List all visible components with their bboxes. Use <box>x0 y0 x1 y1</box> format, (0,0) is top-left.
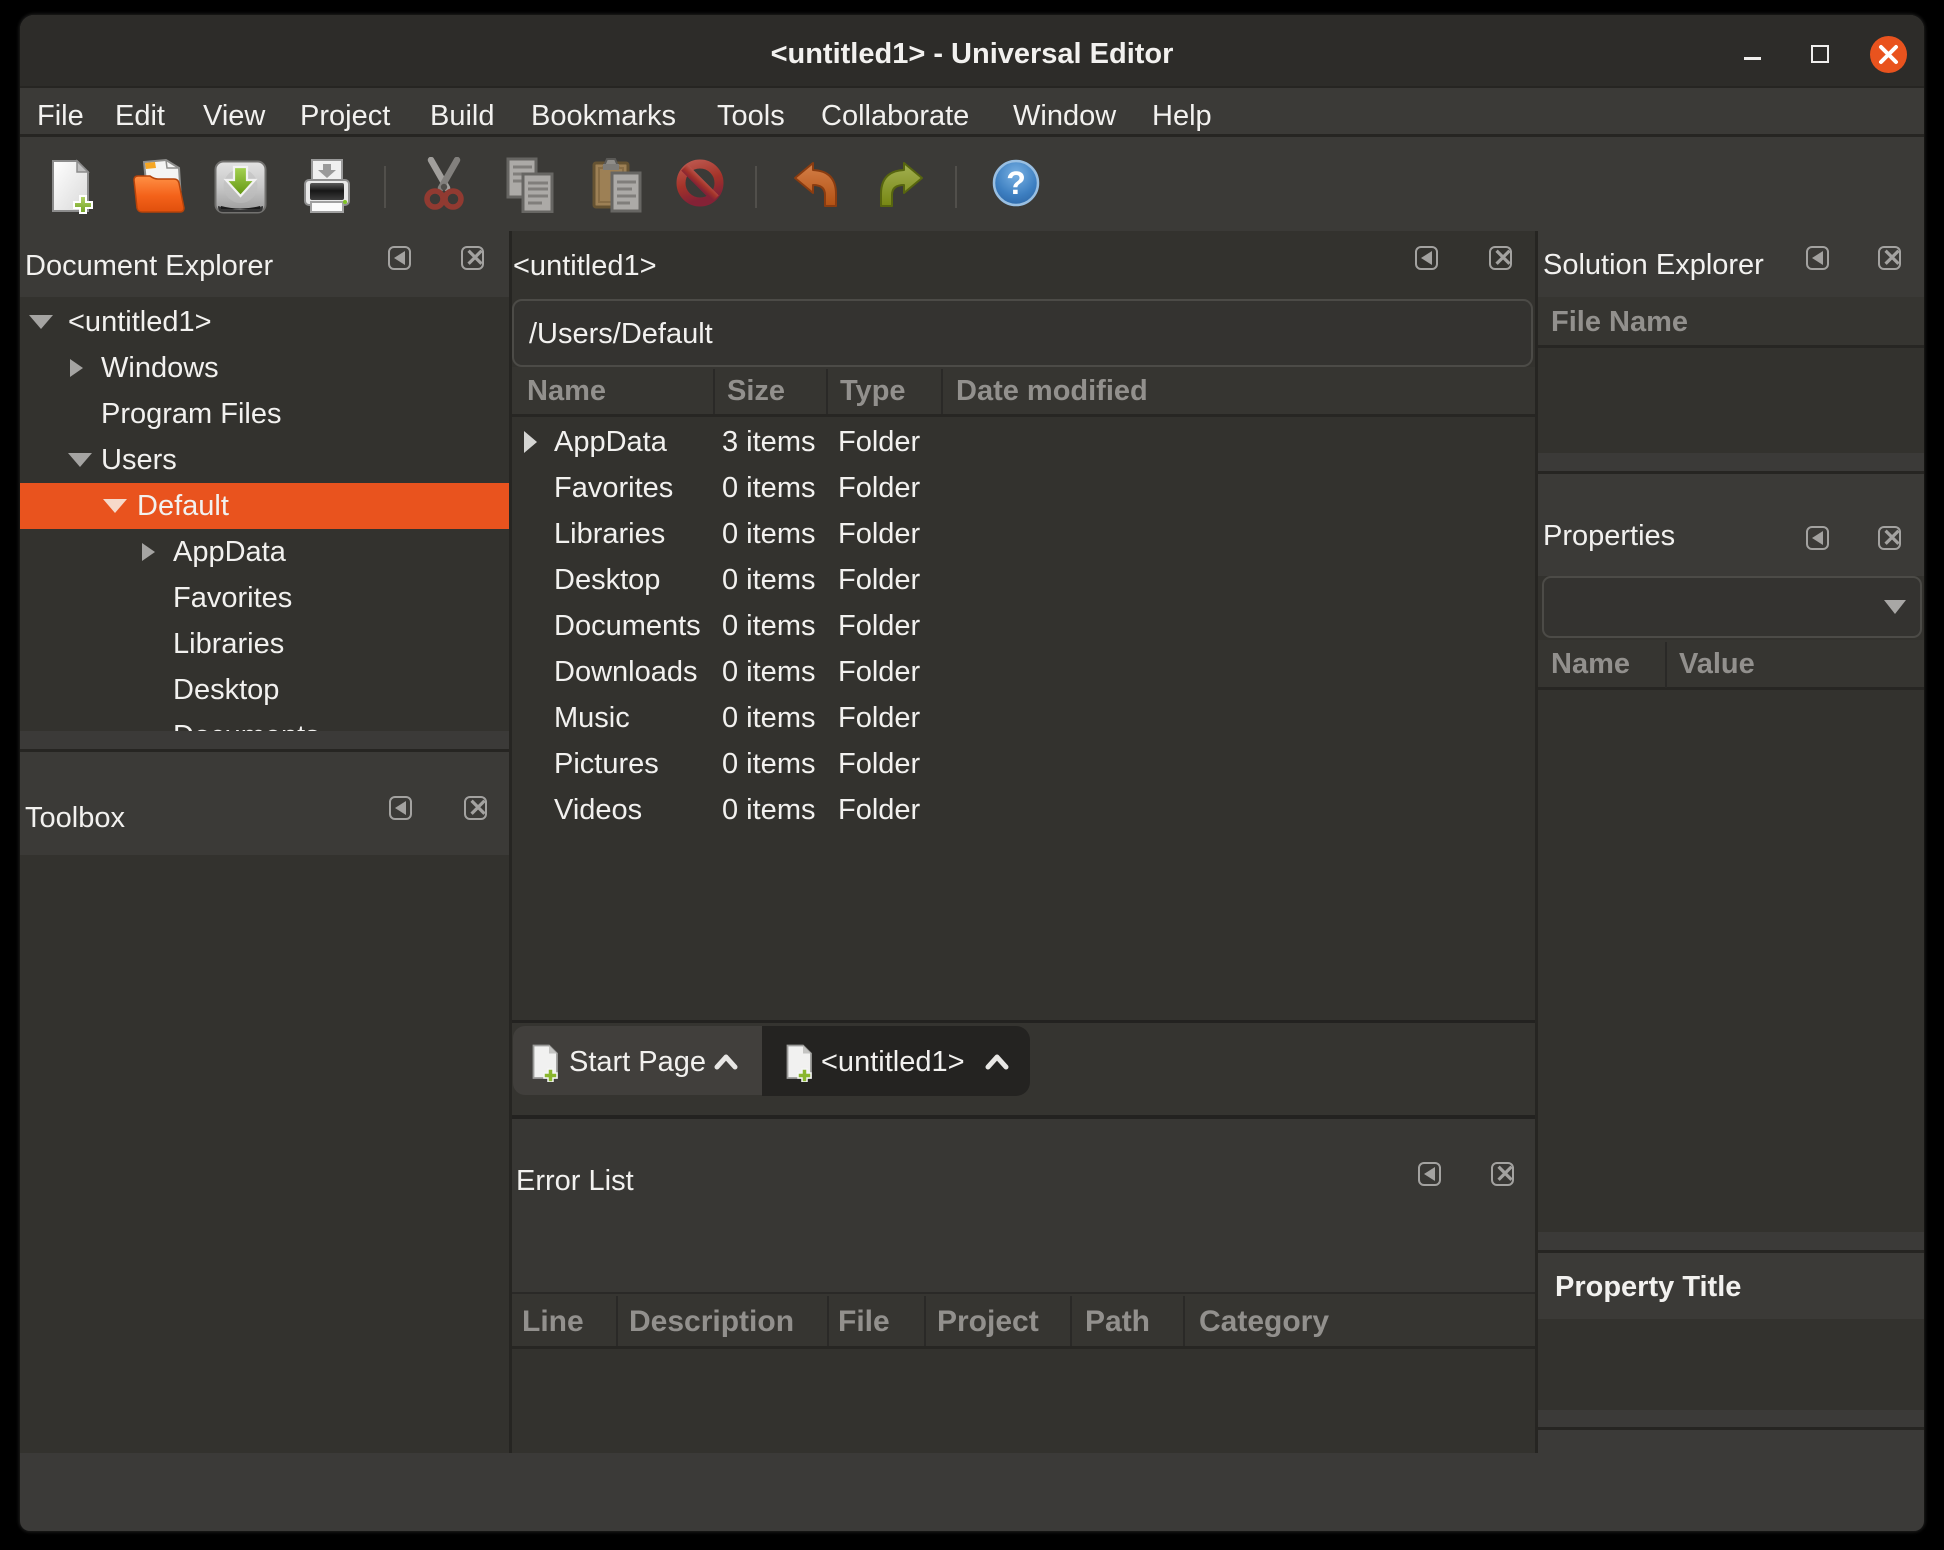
svg-text:?: ? <box>1006 165 1026 201</box>
